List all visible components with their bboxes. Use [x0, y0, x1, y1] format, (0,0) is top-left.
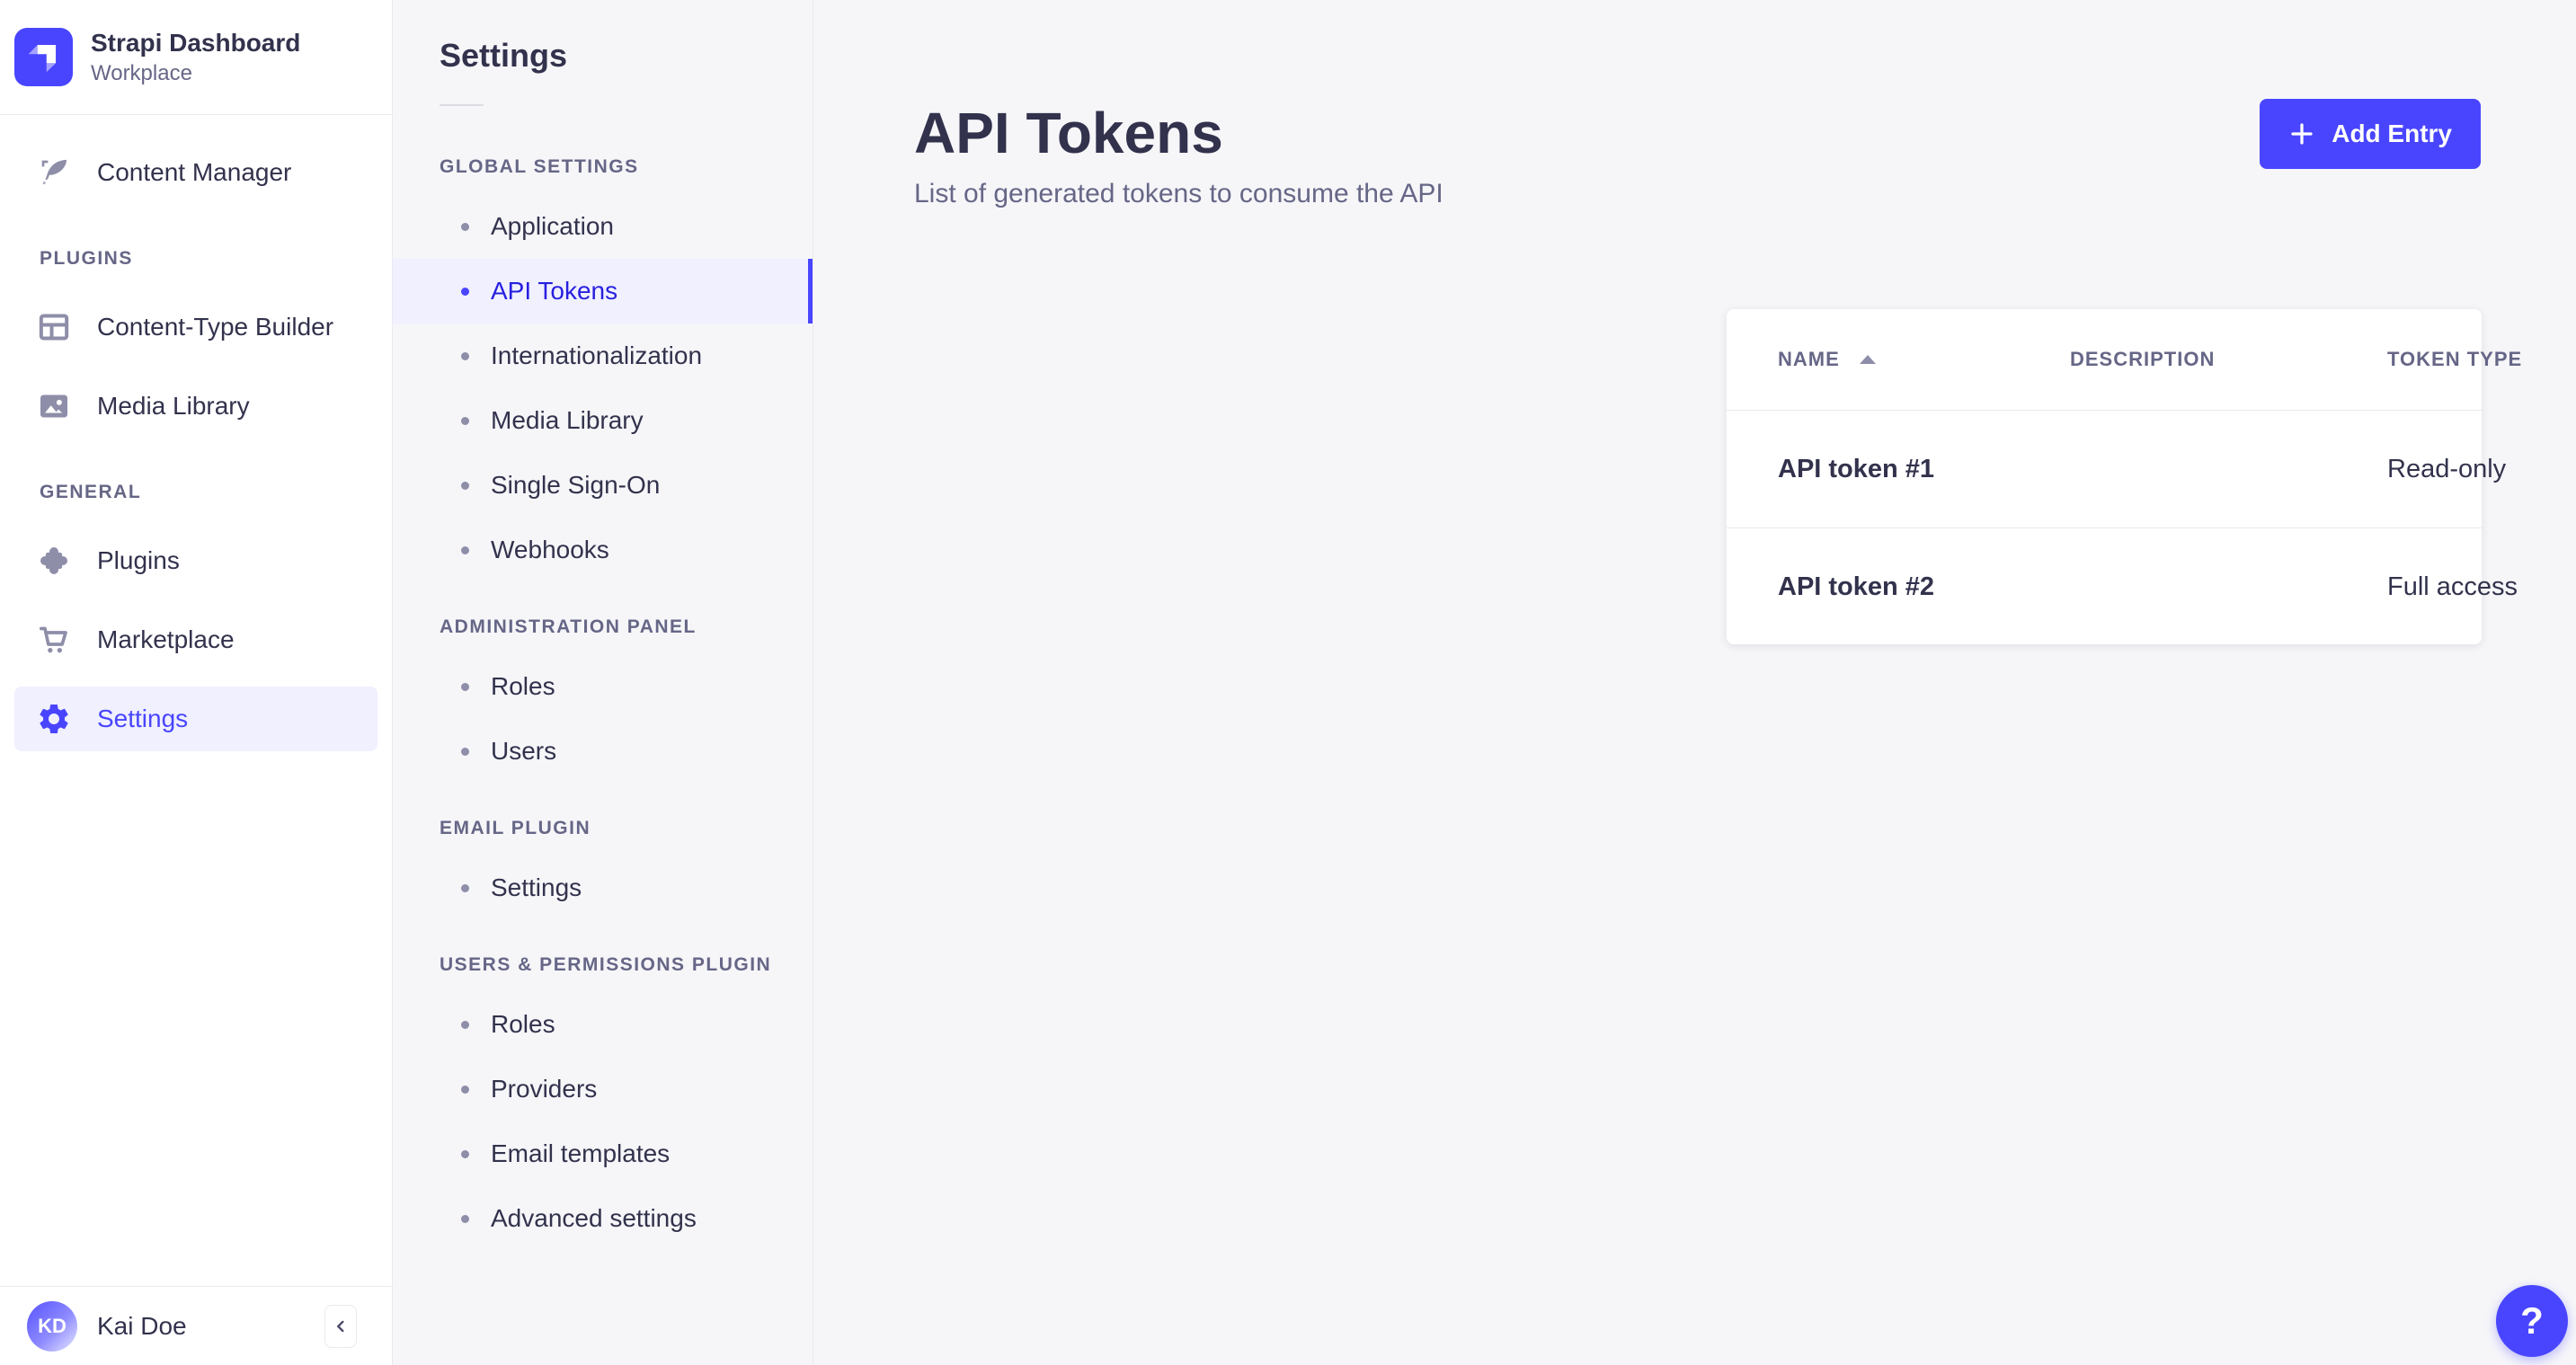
token-type: Read-only	[2387, 455, 2576, 484]
bullet-icon	[461, 1150, 469, 1158]
subnav-item-label: Roles	[491, 1010, 555, 1039]
subnav-item-roles-admin[interactable]: Roles	[393, 654, 813, 719]
gear-icon	[36, 701, 72, 737]
sidebar-user-footer: KD Kai Doe	[0, 1286, 392, 1365]
avatar: KD	[27, 1301, 77, 1352]
subnav-item-label: Advanced settings	[491, 1204, 697, 1233]
column-header-token-type: Token type	[2387, 348, 2576, 371]
subnav-item-roles-up[interactable]: Roles	[393, 992, 813, 1057]
sidebar-item-label: Content Manager	[97, 158, 291, 187]
sidebar-item-settings[interactable]: Settings	[14, 687, 378, 751]
main-sidebar: Strapi Dashboard Workplace Content Manag…	[0, 0, 393, 1365]
subnav-item-label: Internationalization	[491, 341, 702, 370]
subnav-item-label: Media Library	[491, 406, 644, 435]
bullet-icon	[461, 482, 469, 490]
token-name: API token #1	[1778, 455, 2070, 484]
subnav-item-internationalization[interactable]: Internationalization	[393, 324, 813, 388]
bullet-icon	[461, 1215, 469, 1223]
table-header-row: Name Description Token type Created at	[1727, 309, 2482, 410]
strapi-logo-icon	[14, 28, 73, 86]
sidebar-item-label: Content-Type Builder	[97, 313, 333, 341]
token-type: Full access	[2387, 572, 2576, 602]
subnav-item-label: Users	[491, 737, 556, 766]
subnav-item-email-templates[interactable]: Email templates	[393, 1121, 813, 1186]
table-row[interactable]: API token #2 Full access 2 seconds ago	[1727, 527, 2482, 645]
sidebar-item-marketplace[interactable]: Marketplace	[14, 607, 378, 672]
bullet-icon	[461, 223, 469, 231]
sidebar-item-plugins[interactable]: Plugins	[14, 528, 378, 593]
bullet-icon	[461, 884, 469, 892]
subnav-item-users[interactable]: Users	[393, 719, 813, 784]
subnav-item-label: Webhooks	[491, 536, 609, 564]
sidebar-nav: Content Manager PLUGINS Content-Type Bui…	[0, 115, 392, 1286]
token-name: API token #2	[1778, 572, 2070, 602]
sidebar-item-label: Plugins	[97, 546, 180, 575]
bullet-icon	[461, 546, 469, 554]
subnav-item-api-tokens[interactable]: API Tokens	[393, 259, 813, 324]
sidebar-item-media-library[interactable]: Media Library	[14, 374, 378, 439]
sidebar-item-content-type-builder[interactable]: Content-Type Builder	[14, 295, 378, 359]
sidebar-section-general: GENERAL	[40, 482, 392, 503]
subnav-item-advanced-settings[interactable]: Advanced settings	[393, 1186, 813, 1251]
subnav-section-users-permissions-plugin: USERS & PERMISSIONS PLUGIN	[440, 954, 813, 976]
sidebar-item-content-manager[interactable]: Content Manager	[14, 140, 378, 205]
subnav-item-email-settings[interactable]: Settings	[393, 855, 813, 920]
sort-ascending-icon[interactable]	[1860, 355, 1876, 364]
brand-header: Strapi Dashboard Workplace	[0, 0, 392, 115]
subnav-item-label: API Tokens	[491, 277, 617, 306]
brand-title: Strapi Dashboard	[91, 27, 300, 58]
plus-icon	[2288, 120, 2315, 147]
subnav-item-providers[interactable]: Providers	[393, 1057, 813, 1121]
column-header-name: Name	[1778, 348, 2070, 371]
sidebar-section-plugins: PLUGINS	[40, 248, 392, 270]
subnav-item-application[interactable]: Application	[393, 194, 813, 259]
subnav-section-email-plugin: EMAIL PLUGIN	[440, 818, 813, 839]
add-entry-label: Add Entry	[2332, 120, 2452, 148]
sidebar-item-label: Settings	[97, 705, 188, 733]
subnav-section-administration-panel: ADMINISTRATION PANEL	[440, 616, 813, 638]
page-subtitle: List of generated tokens to consume the …	[914, 180, 2576, 208]
collapse-sidebar-button[interactable]	[324, 1305, 357, 1348]
sidebar-item-label: Media Library	[97, 392, 250, 421]
bullet-icon	[461, 352, 469, 360]
sidebar-item-label: Marketplace	[97, 625, 235, 654]
bullet-icon	[461, 1021, 469, 1029]
user-name: Kai Doe	[97, 1312, 305, 1341]
brand-subtitle: Workplace	[91, 60, 300, 87]
subnav-item-single-sign-on[interactable]: Single Sign-On	[393, 453, 813, 518]
image-icon	[36, 388, 72, 424]
bullet-icon	[461, 1086, 469, 1094]
column-header-description: Description	[2070, 348, 2387, 371]
bullet-icon	[461, 683, 469, 691]
subnav-item-label: Application	[491, 212, 614, 241]
subnav-item-label: Providers	[491, 1075, 597, 1104]
api-tokens-table: Name Description Token type Created at A…	[1727, 309, 2482, 644]
subnav-item-label: Settings	[491, 873, 582, 902]
settings-subnav: Settings GLOBAL SETTINGS Application API…	[393, 0, 813, 1365]
subnav-item-label: Single Sign-On	[491, 471, 660, 500]
layout-grid-icon	[36, 309, 72, 345]
divider	[440, 104, 484, 106]
subnav-item-webhooks[interactable]: Webhooks	[393, 518, 813, 582]
bullet-icon	[461, 288, 469, 296]
feather-icon	[36, 155, 72, 191]
bullet-icon	[461, 748, 469, 756]
bullet-icon	[461, 417, 469, 425]
subnav-item-label: Email templates	[491, 1139, 670, 1168]
table-row[interactable]: API token #1 Read-only 5 minutes ago	[1727, 410, 2482, 527]
question-mark-icon: ?	[2520, 1299, 2544, 1343]
puzzle-icon	[36, 543, 72, 579]
subnav-section-global-settings: GLOBAL SETTINGS	[440, 156, 813, 178]
subnav-item-label: Roles	[491, 672, 555, 701]
main-content: API Tokens List of generated tokens to c…	[813, 0, 2576, 1365]
subnav-item-media-library[interactable]: Media Library	[393, 388, 813, 453]
subnav-title: Settings	[440, 40, 813, 72]
add-entry-button[interactable]: Add Entry	[2260, 99, 2481, 169]
chevron-left-icon	[331, 1316, 351, 1336]
cart-icon	[36, 622, 72, 658]
brand-text: Strapi Dashboard Workplace	[91, 27, 300, 87]
help-button[interactable]: ?	[2496, 1285, 2568, 1357]
